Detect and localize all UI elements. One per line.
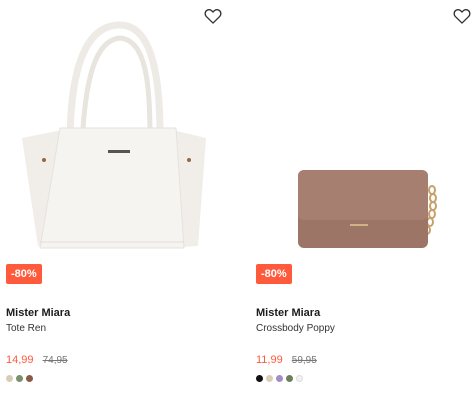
color-swatch[interactable] bbox=[256, 375, 263, 382]
product-name[interactable]: Tote Ren bbox=[6, 323, 46, 334]
color-swatch[interactable] bbox=[6, 375, 13, 382]
discount-badge: -80% bbox=[256, 264, 292, 284]
color-swatch[interactable] bbox=[286, 375, 293, 382]
product-brand[interactable]: Mister Miara bbox=[256, 307, 320, 319]
product-prices: 14,99 74,95 bbox=[6, 354, 68, 366]
product-image-tote[interactable] bbox=[0, 10, 236, 255]
original-price: 74,95 bbox=[42, 355, 68, 366]
sale-price: 11,99 bbox=[256, 354, 283, 366]
color-swatches bbox=[6, 375, 33, 382]
color-swatch[interactable] bbox=[296, 375, 303, 382]
color-swatch[interactable] bbox=[26, 375, 33, 382]
product-prices: 11,99 59,95 bbox=[256, 354, 317, 366]
original-price: 59,95 bbox=[291, 355, 317, 366]
discount-badge: -80% bbox=[6, 264, 42, 284]
product-card[interactable]: -80% Mister Miara Crossbody Poppy 11,99 … bbox=[250, 0, 475, 396]
sale-price: 14,99 bbox=[6, 354, 34, 366]
color-swatches bbox=[256, 375, 303, 382]
color-swatch[interactable] bbox=[16, 375, 23, 382]
product-image-crossbody[interactable] bbox=[250, 10, 475, 255]
product-card[interactable]: -80% Mister Miara Tote Ren 14,99 74,95 bbox=[0, 0, 236, 396]
color-swatch[interactable] bbox=[276, 375, 283, 382]
product-brand[interactable]: Mister Miara bbox=[6, 307, 70, 319]
color-swatch[interactable] bbox=[266, 375, 273, 382]
product-name[interactable]: Crossbody Poppy bbox=[256, 323, 335, 334]
